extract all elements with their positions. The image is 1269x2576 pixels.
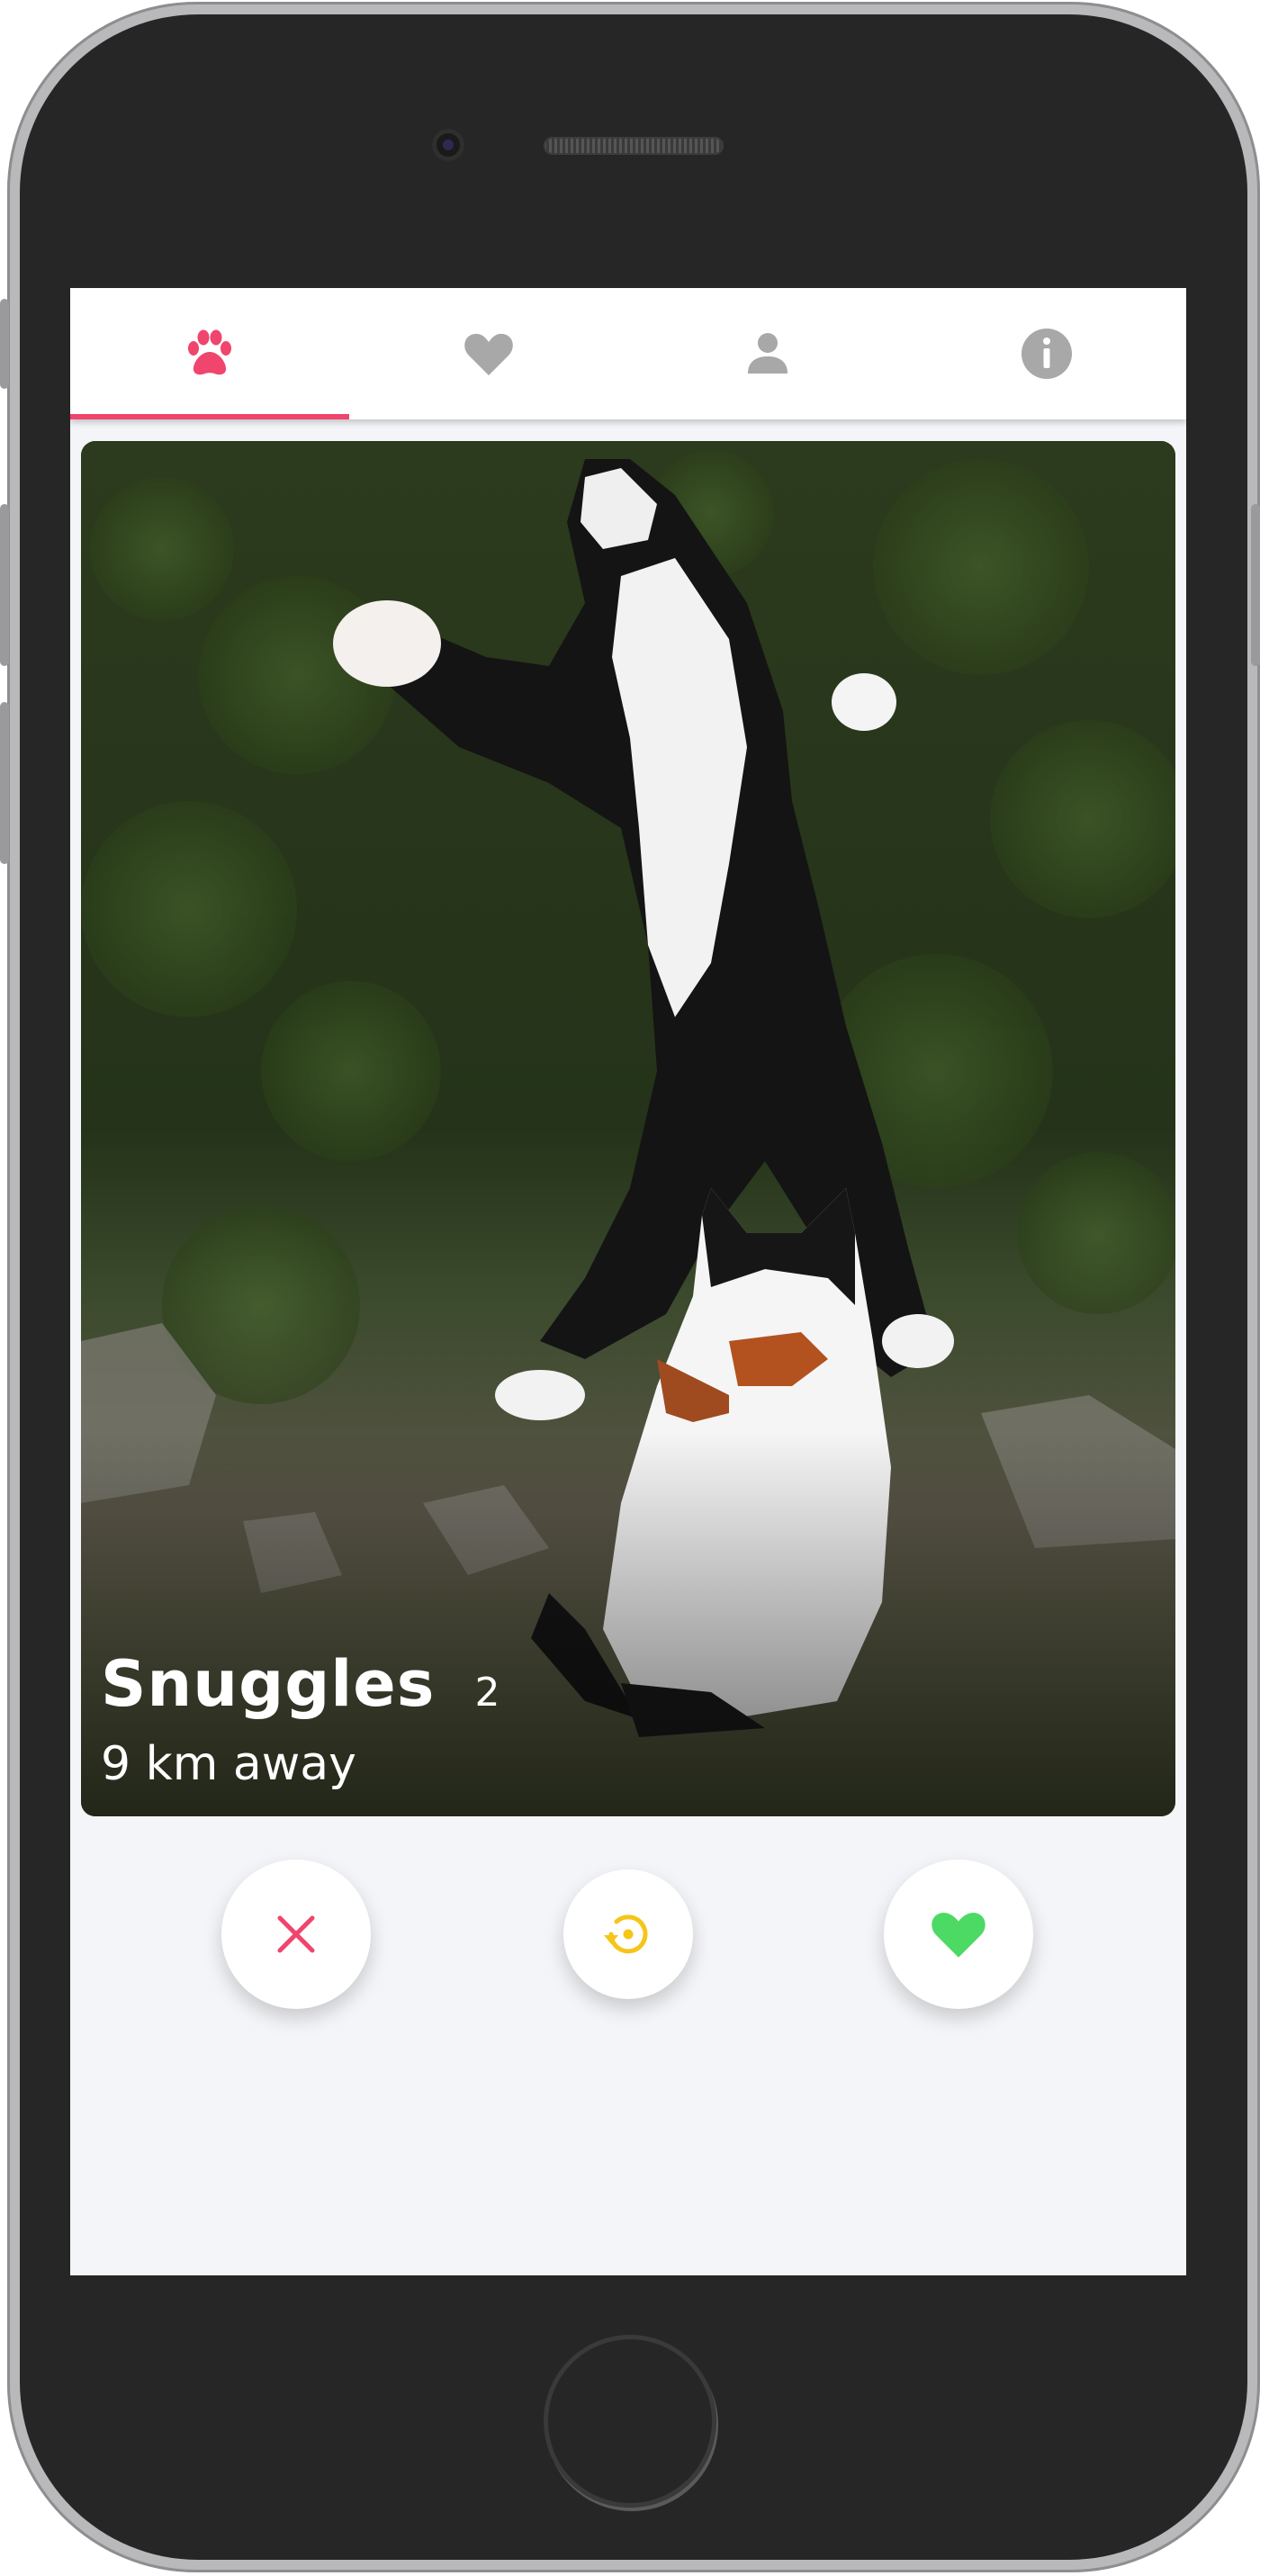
two-cats-photo [81, 441, 1175, 1816]
heart-icon [464, 333, 513, 375]
rewind-icon [604, 1914, 648, 1954]
pet-distance: 9 km away [101, 1737, 356, 1791]
volume-down-button [0, 702, 9, 864]
power-button [1251, 504, 1260, 666]
active-tab-indicator [70, 414, 349, 419]
info-icon [1022, 329, 1072, 379]
tab-info[interactable] [907, 288, 1186, 419]
pet-name: Snuggles [101, 1647, 436, 1721]
profile-card[interactable]: Snuggles 2 9 km away [81, 441, 1175, 1816]
like-button[interactable] [884, 1860, 1033, 2009]
mute-switch [0, 299, 9, 389]
app-screen: Snuggles 2 9 km away [70, 288, 1186, 2275]
top-tab-bar [70, 288, 1186, 419]
close-icon [277, 1915, 315, 1953]
home-button[interactable] [544, 2335, 716, 2508]
profile-info: Snuggles 2 9 km away [101, 1647, 500, 1791]
tab-matches[interactable] [349, 288, 628, 419]
front-camera [432, 129, 464, 161]
person-icon [748, 333, 788, 374]
name-row: Snuggles 2 [101, 1647, 500, 1721]
pet-age: 2 [474, 1670, 500, 1716]
heart-icon [932, 1913, 986, 1958]
paw-icon [188, 329, 231, 375]
volume-up-button [0, 504, 9, 666]
tab-profile[interactable] [628, 288, 907, 419]
earpiece-speaker [544, 137, 724, 155]
tab-discover[interactable] [70, 288, 349, 419]
rewind-button[interactable] [563, 1869, 693, 1999]
dislike-button[interactable] [221, 1860, 371, 2009]
